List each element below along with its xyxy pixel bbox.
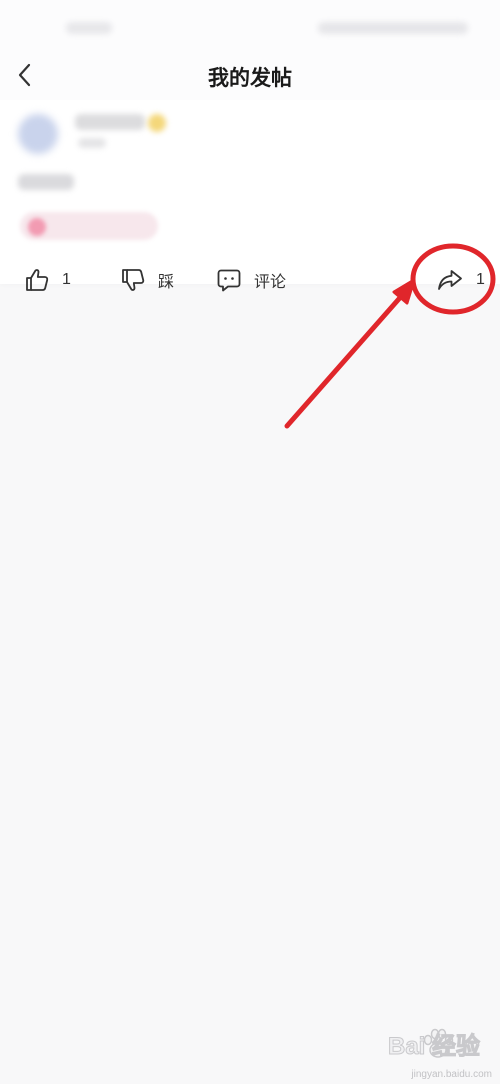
status-time-blurred [66,22,112,34]
like-count: 1 [62,271,71,288]
dislike-label: 踩 [158,274,175,291]
watermark-brand: Bai 经验 [387,1033,481,1061]
watermark-url: jingyan.baidu.com [411,1069,492,1080]
comment-button[interactable]: 评论 [216,258,286,302]
share-count: 1 [476,271,485,288]
navigation-bar: 我的发帖 [0,50,500,100]
share-arrow-icon [438,270,462,290]
comment-bubble-icon [217,269,241,292]
post-action-bar: 1 踩 评论 1 [0,258,500,302]
user-badge-blurred [148,114,166,132]
thumbs-up-icon [26,269,49,291]
page-title: 我的发帖 [208,67,292,90]
watermark: Bai 经验 jingyan.baidu.com [380,1026,496,1084]
status-bar [0,0,500,50]
annotation-arrow-shaft [284,289,408,429]
post-card[interactable]: 1 踩 评论 1 [0,100,500,292]
post-content-blurred [18,174,74,190]
share-button[interactable]: 1 [436,258,485,302]
like-button[interactable]: 1 [24,258,71,302]
topic-tag-icon-blurred [28,218,46,236]
comment-label: 评论 [254,274,287,291]
username-blurred [75,114,145,130]
thumbs-down-icon [122,269,145,291]
avatar[interactable] [18,114,58,154]
post-meta-blurred [78,138,106,148]
dislike-button[interactable]: 踩 [120,258,174,302]
status-icons-blurred [318,22,468,34]
